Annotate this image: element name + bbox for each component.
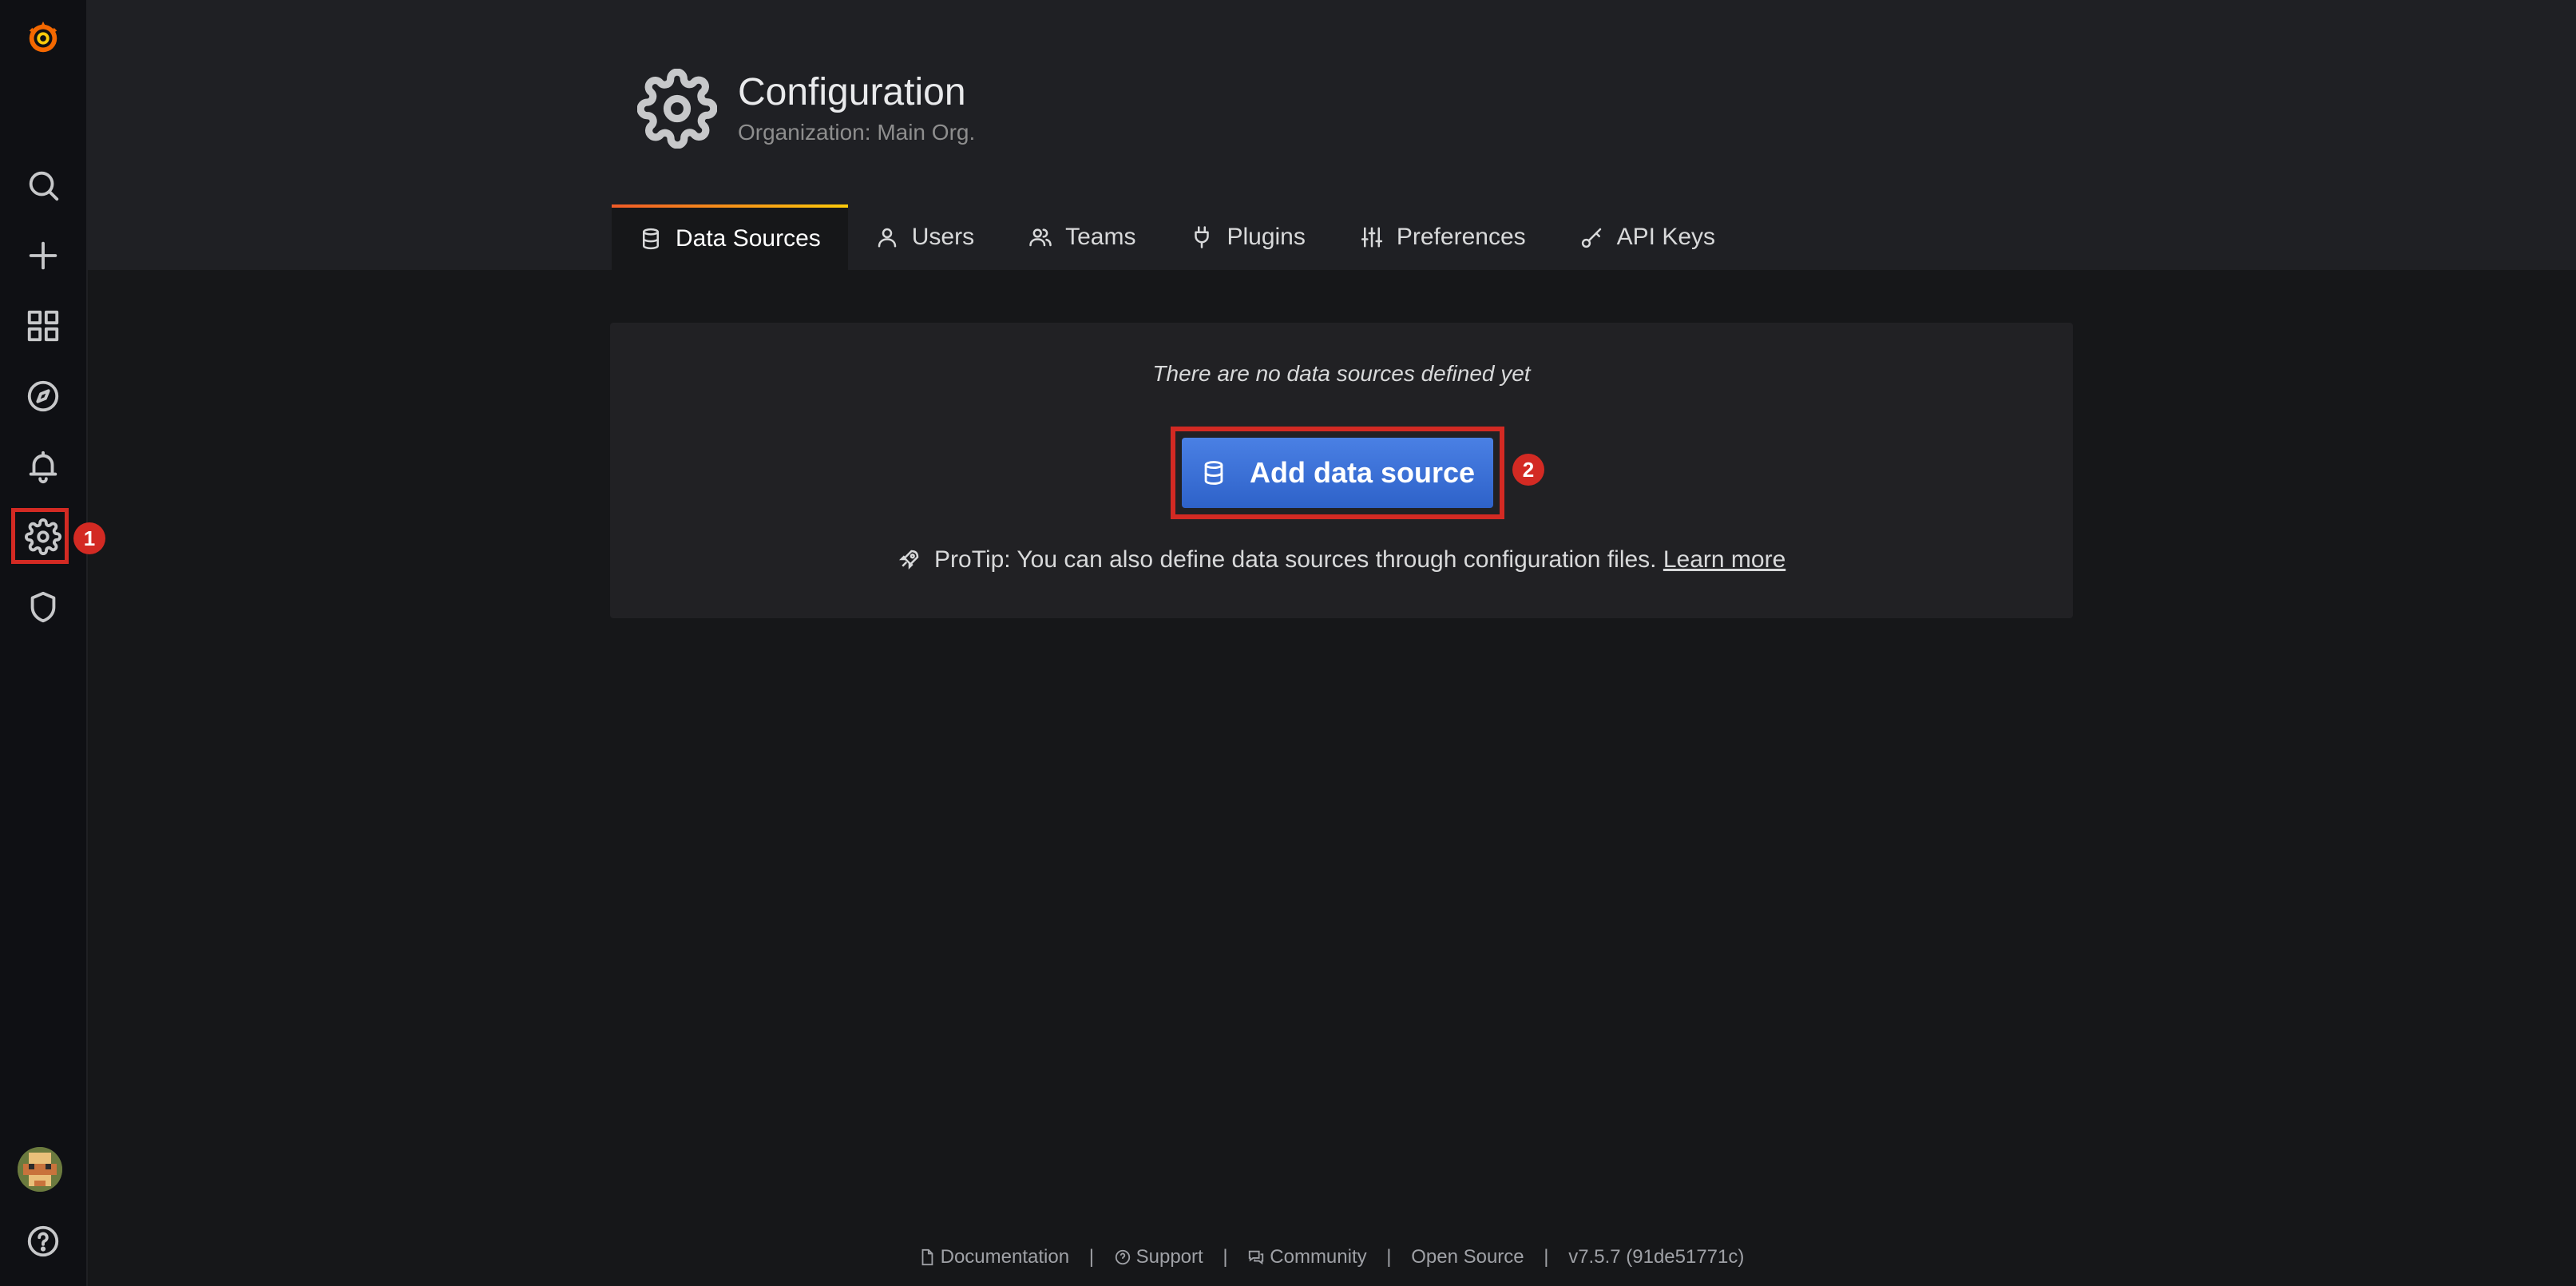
add-button-label: Add data source — [1249, 456, 1476, 489]
user-avatar[interactable] — [18, 1147, 62, 1192]
key-icon — [1581, 228, 1601, 248]
page-subtitle: Organization: Main Org. — [738, 120, 976, 145]
step-badge-1: 1 — [73, 522, 105, 554]
footer-separator: | — [1544, 1246, 1549, 1268]
database-icon — [643, 228, 659, 250]
tab-label: Users — [911, 224, 975, 250]
configuration-highlight — [11, 508, 69, 564]
page-title: Configuration — [738, 71, 966, 113]
configuration-gear-icon — [636, 68, 718, 149]
tab-api-keys[interactable]: API Keys — [1553, 204, 1742, 270]
comments-icon — [1249, 1250, 1264, 1265]
footer-community-link[interactable]: Community — [1270, 1246, 1366, 1268]
help-icon[interactable] — [19, 1217, 67, 1265]
footer: Documentation | Support | Community | Op… — [86, 1246, 2576, 1268]
help-circle-icon — [1115, 1249, 1130, 1265]
rocket-icon — [898, 550, 918, 570]
tab-preferences[interactable]: Preferences — [1333, 204, 1553, 270]
tab-teams[interactable]: Teams — [1001, 204, 1163, 270]
tab-label: Teams — [1065, 224, 1136, 250]
shield-icon[interactable] — [19, 583, 67, 631]
add-button-highlight: Add data source — [1171, 427, 1504, 519]
protip: ProTip: You can also define data sources… — [610, 546, 2073, 574]
config-tabs: Data Sources Users Teams Plugins Prefere… — [612, 204, 1742, 270]
footer-separator: | — [1088, 1246, 1094, 1268]
dashboards-grid-icon[interactable] — [19, 302, 67, 350]
footer-documentation-link[interactable]: Documentation — [941, 1246, 1069, 1268]
add-data-source-button[interactable]: Add data source — [1182, 438, 1493, 508]
database-icon — [1204, 461, 1223, 485]
tab-label: API Keys — [1616, 224, 1716, 250]
tab-label: Data Sources — [676, 225, 821, 252]
compass-icon[interactable] — [19, 372, 67, 420]
sidebar: 1 — [0, 0, 105, 1286]
plug-icon — [1195, 226, 1210, 248]
page-header: Configuration Organization: Main Org. Da… — [86, 0, 2576, 270]
tab-label: Preferences — [1396, 224, 1526, 250]
document-icon — [921, 1248, 933, 1266]
users-group-icon — [1029, 228, 1052, 247]
protip-text: ProTip: You can also define data sources… — [934, 546, 1657, 573]
plus-icon[interactable] — [19, 232, 67, 280]
tab-plugins[interactable]: Plugins — [1163, 204, 1332, 270]
footer-support-link[interactable]: Support — [1136, 1246, 1203, 1268]
bell-icon[interactable] — [19, 443, 67, 490]
footer-version: v7.5.7 (91de51771c) — [1568, 1246, 1745, 1268]
footer-open-source-link[interactable]: Open Source — [1411, 1246, 1524, 1268]
search-icon[interactable] — [19, 161, 67, 209]
footer-separator: | — [1386, 1246, 1392, 1268]
tab-users[interactable]: Users — [848, 204, 1001, 270]
footer-separator: | — [1223, 1246, 1228, 1268]
tab-label: Plugins — [1227, 224, 1306, 250]
learn-more-link[interactable]: Learn more — [1663, 546, 1785, 573]
empty-state-message: There are no data sources defined yet — [1152, 361, 1531, 386]
sliders-icon — [1361, 227, 1382, 248]
grafana-logo-icon[interactable] — [19, 14, 67, 62]
user-icon — [878, 228, 897, 248]
tab-data-sources[interactable]: Data Sources — [612, 204, 848, 270]
empty-state-panel: There are no data sources defined yet Ad… — [610, 323, 2073, 618]
step-badge-2: 2 — [1512, 454, 1544, 486]
